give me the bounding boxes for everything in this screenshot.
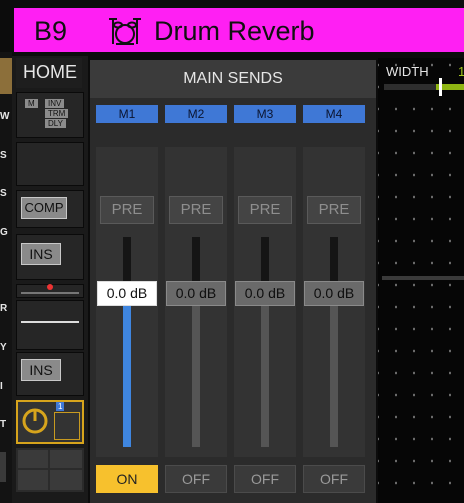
fader-fill-m1 — [123, 302, 131, 447]
strip-letter: S — [0, 150, 7, 161]
level-field-m3[interactable]: 0.0 dB — [235, 281, 295, 306]
on-button-m3[interactable]: OFF — [234, 465, 296, 493]
input-tag-dly: DLY — [45, 119, 66, 128]
send-tab-m2[interactable]: M2 — [165, 105, 227, 123]
knob-icon — [22, 408, 48, 434]
input-tag-inv: INV — [45, 99, 65, 108]
input-panel[interactable]: M INV TRM DLY — [16, 92, 84, 138]
gate-panel[interactable] — [16, 142, 84, 186]
width-slider-thumb[interactable] — [439, 78, 442, 96]
color-swatch — [0, 58, 12, 94]
mini-grid[interactable] — [16, 448, 84, 492]
input-tag-m: M — [25, 99, 38, 108]
strip-letter: R — [0, 303, 8, 314]
level-field-m4[interactable]: 0.0 dB — [304, 281, 364, 306]
insert-2-button[interactable]: INS — [21, 359, 61, 381]
strip-letter: I — [0, 381, 3, 392]
eq-curve — [21, 321, 79, 323]
pre-button-m2[interactable]: PRE — [169, 196, 223, 224]
comp-button[interactable]: COMP — [21, 197, 67, 219]
send-channel-m4: M4 PRE 0.0 dB OFF — [303, 105, 365, 503]
input-tag-trm: TRM — [45, 109, 69, 118]
main-sends-title: MAIN SENDS — [90, 60, 376, 98]
grid-cell — [18, 470, 48, 490]
pan-indicator — [47, 284, 53, 290]
grid-cell — [50, 450, 82, 468]
fader-track-m3[interactable] — [261, 237, 269, 447]
home-button[interactable]: HOME — [16, 58, 82, 88]
send-channel-m3: M3 PRE 0.0 dB OFF — [234, 105, 296, 503]
send-tab-m4[interactable]: M4 — [303, 105, 365, 123]
on-button-m2[interactable]: OFF — [165, 465, 227, 493]
eq-panel[interactable] — [16, 300, 84, 350]
send-tab-m1[interactable]: M1 — [96, 105, 158, 123]
channel-id: B9 — [34, 16, 68, 46]
pre-button-m3[interactable]: PRE — [238, 196, 292, 224]
grid-cell — [18, 450, 48, 468]
channel-header: B9 Drum Reverb — [14, 8, 464, 52]
left-edge-strip: W S S G R Y I T — [0, 52, 12, 503]
strip-letter: Y — [0, 342, 7, 353]
fader-track-m1[interactable] — [123, 237, 131, 447]
center-line — [382, 276, 464, 280]
pan-line — [21, 292, 79, 294]
width-label: WIDTH — [386, 64, 429, 79]
fader-track-m4[interactable] — [330, 237, 338, 447]
main-sends-panel: MAIN SENDS M1 PRE 0.0 dB ON M2 PRE 0.0 d… — [90, 60, 376, 503]
insert-1-panel[interactable]: INS — [16, 234, 84, 280]
insert-1-button[interactable]: INS — [21, 243, 61, 265]
on-button-m4[interactable]: OFF — [303, 465, 365, 493]
send-channel-m2: M2 PRE 0.0 dB OFF — [165, 105, 227, 503]
fader-fill-m2 — [192, 302, 200, 447]
stereo-width-panel: WIDTH 1 — [378, 58, 464, 503]
send-body: PRE 0.0 dB — [96, 147, 158, 457]
strip-letter: S — [0, 188, 7, 199]
fader-fill-m4 — [330, 302, 338, 447]
strip-letter: T — [0, 419, 7, 430]
send-body: PRE 0.0 dB — [303, 147, 365, 457]
width-value: 1 — [458, 64, 464, 79]
strip-box — [0, 452, 6, 482]
fx-thumbnail[interactable]: 1 — [16, 400, 84, 444]
channel-name: Drum Reverb — [154, 16, 315, 46]
fader-track-m2[interactable] — [192, 237, 200, 447]
strip-letter: W — [0, 111, 10, 122]
fx-badge: 1 — [56, 402, 65, 411]
on-button-m1[interactable]: ON — [96, 465, 158, 493]
comp-panel[interactable]: COMP — [16, 190, 84, 228]
send-tab-m3[interactable]: M3 — [234, 105, 296, 123]
level-field-m1[interactable]: 0.0 dB — [97, 281, 157, 306]
send-body: PRE 0.0 dB — [165, 147, 227, 457]
insert-2-panel[interactable]: INS — [16, 352, 84, 396]
level-field-m2[interactable]: 0.0 dB — [166, 281, 226, 306]
pre-button-m4[interactable]: PRE — [307, 196, 361, 224]
fader-fill-m3 — [261, 302, 269, 447]
strip-letter: G — [0, 227, 8, 238]
send-body: PRE 0.0 dB — [234, 147, 296, 457]
send-channel-m1: M1 PRE 0.0 dB ON — [96, 105, 158, 503]
grid-cell — [50, 470, 82, 490]
pan-panel[interactable] — [16, 284, 84, 298]
channel-strip-column: HOME M INV TRM DLY COMP INS INS 1 — [12, 56, 88, 503]
fx-meter — [54, 412, 80, 440]
pre-button-m1[interactable]: PRE — [100, 196, 154, 224]
drum-kit-icon — [109, 18, 141, 45]
